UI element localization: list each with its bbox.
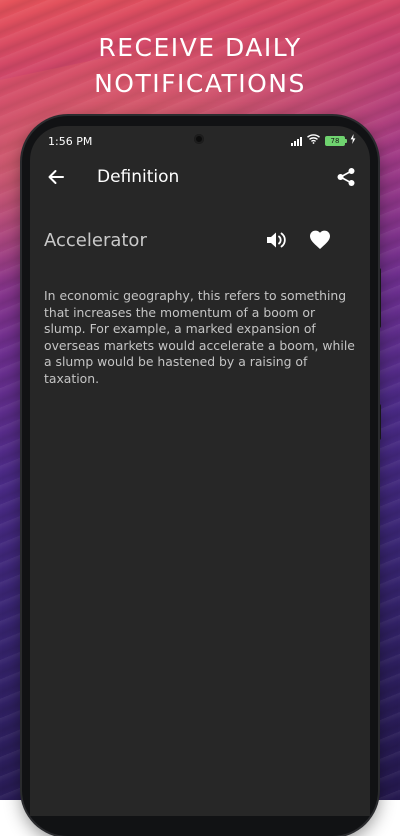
favorite-button[interactable]: [306, 228, 334, 256]
heart-icon: [309, 230, 331, 254]
charging-icon: [350, 134, 356, 147]
wifi-icon: [307, 134, 320, 147]
app-screen: 1:56 PM 78 Definition Accelerator In eco…: [30, 126, 370, 816]
status-time: 1:56 PM: [48, 135, 93, 148]
status-bar: 1:56 PM 78: [30, 126, 370, 156]
battery-icon: 78: [325, 135, 347, 146]
app-bar: Definition: [30, 156, 370, 202]
promo-headline-line2: NOTIFICATIONS: [94, 69, 306, 98]
share-button[interactable]: [332, 165, 360, 193]
arrow-left-icon: [47, 168, 65, 190]
signal-icon: [291, 136, 302, 146]
speaker-icon: [266, 231, 286, 253]
pronounce-button[interactable]: [262, 228, 290, 256]
word-header: Accelerator: [30, 222, 370, 262]
definition-text: In economic geography, this refers to so…: [44, 288, 355, 386]
status-icons: 78: [291, 134, 356, 147]
front-camera: [194, 134, 204, 144]
promo-headline: RECEIVE DAILY NOTIFICATIONS: [0, 30, 400, 102]
share-icon: [336, 167, 356, 191]
back-button[interactable]: [42, 165, 70, 193]
page-title: Definition: [97, 167, 180, 187]
word-title: Accelerator: [44, 230, 147, 251]
promo-headline-line1: RECEIVE DAILY: [98, 33, 302, 62]
